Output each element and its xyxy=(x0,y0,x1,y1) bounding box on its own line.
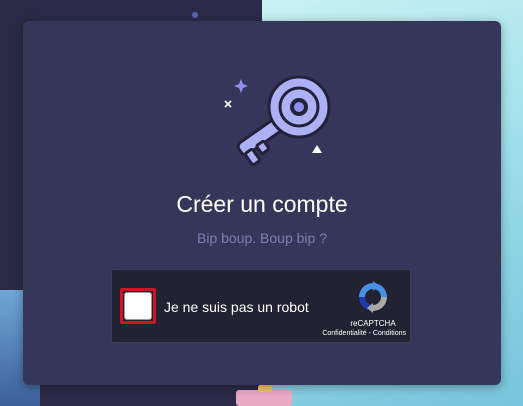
recaptcha-label: Je ne suis pas un robot xyxy=(164,299,309,315)
modal-subtitle: Bip boup. Boup bip ? xyxy=(197,230,327,246)
background-sign xyxy=(236,390,292,406)
recaptcha-checkbox[interactable] xyxy=(124,292,152,320)
privacy-link[interactable]: Confidentialité xyxy=(322,330,366,337)
terms-link[interactable]: Conditions xyxy=(373,330,406,337)
recaptcha-logo-icon xyxy=(359,281,387,313)
background-lamp xyxy=(258,384,272,392)
recaptcha-widget: Je ne suis pas un robot reCAPTCHA Confid… xyxy=(111,269,411,343)
recaptcha-brand: reCAPTCHA xyxy=(350,319,396,328)
background-dot xyxy=(192,12,198,18)
modal-title: Créer un compte xyxy=(176,191,348,217)
key-icon xyxy=(224,75,331,167)
register-modal: Créer un compte Bip boup. Boup bip ? Je … xyxy=(23,21,501,385)
recaptcha-links: Confidentialité - Conditions xyxy=(302,330,406,337)
